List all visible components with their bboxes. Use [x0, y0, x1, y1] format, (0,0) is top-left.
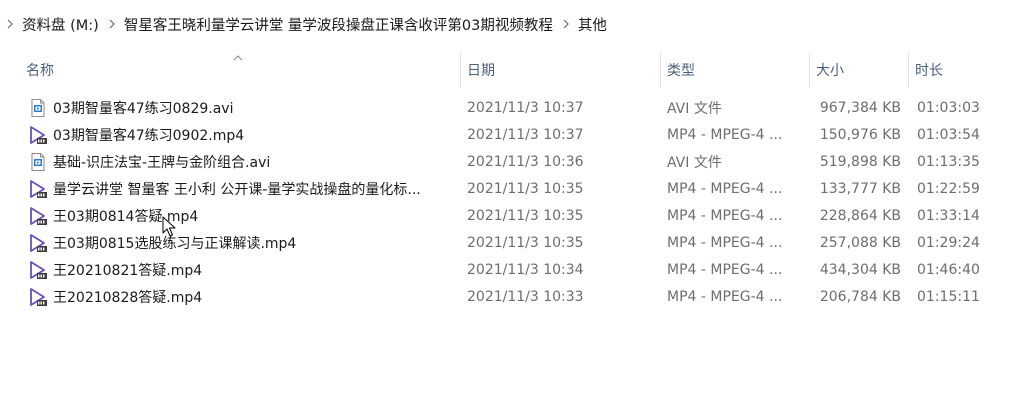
file-date: 2021/11/3 10:35 [467, 234, 584, 251]
file-explorer-window: 资料盘 (M:) 智星客王晓利量学云讲堂 量学波段操盘正课含收评第03期视频教程… [0, 0, 1020, 405]
file-type: MP4 - MPEG-4 ... [667, 207, 783, 224]
file-size: 133,777 KB [819, 180, 901, 197]
file-type: MP4 - MPEG-4 ... [667, 234, 783, 251]
mp4-file-icon [30, 261, 47, 279]
file-type: MP4 - MPEG-4 ... [667, 126, 783, 143]
breadcrumb-item-course-folder[interactable]: 智星客王晓利量学云讲堂 量学波段操盘正课含收评第03期视频教程 [120, 6, 558, 42]
file-duration: 01:15:11 [917, 288, 980, 305]
file-type: MP4 - MPEG-4 ... [667, 288, 783, 305]
file-size: 150,976 KB [819, 126, 901, 143]
file-date: 2021/11/3 10:37 [467, 99, 584, 116]
file-date: 2021/11/3 10:36 [467, 153, 584, 170]
file-date: 2021/11/3 10:37 [467, 126, 584, 143]
file-size: 228,864 KB [819, 207, 901, 224]
breadcrumb-item-drive[interactable]: 资料盘 (M:) [18, 6, 104, 42]
file-date: 2021/11/3 10:34 [467, 261, 584, 278]
file-row[interactable]: 基础-识庄法宝-王牌与金阶组合.avi 2021/11/3 10:36 AVI 文件… [0, 148, 1000, 175]
file-name: 03期智量客47练习0829.avi [53, 100, 234, 117]
column-header-date[interactable]: 日期 [461, 52, 660, 88]
column-header-type[interactable]: 类型 [661, 52, 809, 88]
file-type: MP4 - MPEG-4 ... [667, 180, 783, 197]
file-row[interactable]: 量学云讲堂 智量客 王小利 公开课-量学实战操盘的量化标... 2021/11/3… [0, 175, 1000, 202]
avi-file-icon [31, 153, 45, 171]
column-header-duration[interactable]: 时长 [909, 52, 1009, 88]
file-name: 王20210821答疑.mp4 [53, 262, 203, 279]
file-duration: 01:03:03 [917, 99, 980, 116]
file-name: 03期智量客47练习0902.mp4 [53, 127, 245, 144]
column-header-duration-label: 时长 [915, 63, 943, 79]
file-name: 王20210828答疑.mp4 [53, 289, 203, 306]
file-size: 257,088 KB [819, 234, 901, 251]
file-name: 基础-识庄法宝-王牌与金阶组合.avi [53, 154, 271, 171]
mp4-file-icon [30, 207, 47, 225]
file-duration: 01:03:54 [917, 126, 980, 143]
file-row[interactable]: 王20210821答疑.mp4 2021/11/3 10:34 MP4 - MPEG… [0, 256, 1000, 283]
file-duration: 01:22:59 [917, 180, 980, 197]
mouse-cursor-icon [162, 216, 176, 237]
file-size: 519,898 KB [819, 153, 901, 170]
chevron-right-icon[interactable] [2, 6, 18, 42]
file-duration: 01:29:24 [917, 234, 980, 251]
file-row[interactable]: 王03期0815选股练习与正课解读.mp4 2021/11/3 10:35 MP4 … [0, 229, 1000, 256]
chevron-right-icon[interactable] [558, 6, 574, 42]
file-name: 王03期0814答疑.mp4 [53, 208, 199, 225]
avi-file-icon [31, 99, 45, 117]
file-name: 量学云讲堂 智量客 王小利 公开课-量学实战操盘的量化标... [53, 181, 421, 198]
file-row[interactable]: 03期智量客47练习0829.avi 2021/11/3 10:37 AVI 文件 9… [0, 94, 1000, 121]
file-type: MP4 - MPEG-4 ... [667, 261, 783, 278]
column-header-row: 名称 日期 类型 大小 时长 [0, 52, 1020, 88]
mp4-file-icon [30, 234, 47, 252]
breadcrumb: 资料盘 (M:) 智星客王晓利量学云讲堂 量学波段操盘正课含收评第03期视频教程… [0, 6, 1020, 42]
mp4-file-icon [30, 180, 47, 198]
column-header-date-label: 日期 [467, 63, 495, 79]
chevron-right-icon[interactable] [104, 6, 120, 42]
file-row[interactable]: 王03期0814答疑.mp4 2021/11/3 10:35 MP4 - MPEG-… [0, 202, 1000, 229]
file-type: AVI 文件 [667, 154, 722, 171]
file-duration: 01:46:40 [917, 261, 980, 278]
file-duration: 01:33:14 [917, 207, 980, 224]
file-date: 2021/11/3 10:35 [467, 207, 584, 224]
column-header-name[interactable]: 名称 [20, 52, 460, 88]
file-size: 967,384 KB [819, 99, 901, 116]
file-type: AVI 文件 [667, 100, 722, 117]
file-duration: 01:13:35 [917, 153, 980, 170]
file-row[interactable]: 王20210828答疑.mp4 2021/11/3 10:33 MP4 - MPEG… [0, 283, 1000, 310]
breadcrumb-item-current-folder[interactable]: 其他 [574, 6, 612, 42]
file-date: 2021/11/3 10:33 [467, 288, 584, 305]
file-list: 03期智量客47练习0829.avi 2021/11/3 10:37 AVI 文件 9… [0, 94, 1020, 310]
column-header-name-label: 名称 [26, 63, 54, 79]
file-size: 206,784 KB [819, 288, 901, 305]
file-row[interactable]: 03期智量客47练习0902.mp4 2021/11/3 10:37 MP4 - M… [0, 121, 1000, 148]
file-size: 434,304 KB [819, 261, 901, 278]
mp4-file-icon [30, 288, 47, 306]
column-header-size-label: 大小 [816, 63, 844, 79]
column-header-type-label: 类型 [667, 63, 695, 79]
mp4-file-icon [30, 126, 47, 144]
file-date: 2021/11/3 10:35 [467, 180, 584, 197]
file-name: 王03期0815选股练习与正课解读.mp4 [53, 235, 297, 252]
column-header-size[interactable]: 大小 [810, 52, 908, 88]
